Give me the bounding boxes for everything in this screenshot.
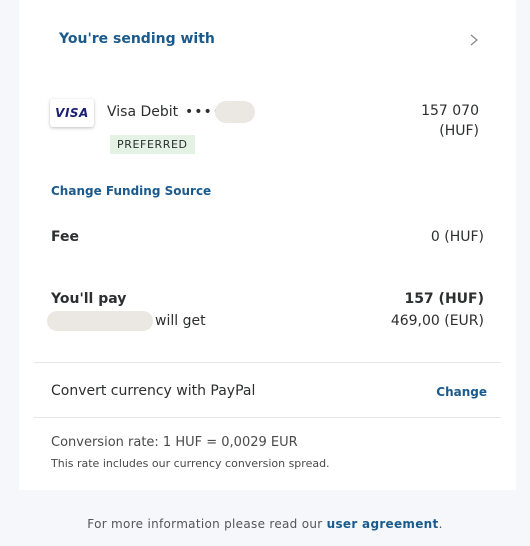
footer-info: For more information please read our use… bbox=[0, 517, 530, 531]
payment-summary-card: You're sending with VISA Visa Debit ••••… bbox=[19, 0, 516, 490]
fee-value: 0 (HUF) bbox=[430, 229, 484, 245]
will-get-value: 469,00 (EUR) bbox=[390, 313, 484, 329]
divider bbox=[34, 417, 501, 418]
change-funding-source-link[interactable]: Change Funding Source bbox=[51, 184, 211, 198]
footer-period: . bbox=[438, 517, 443, 531]
preferred-badge: PREFERRED bbox=[110, 135, 195, 154]
card-name: Visa Debit bbox=[107, 104, 179, 120]
chevron-right-icon[interactable] bbox=[467, 33, 481, 47]
you-pay-value: 157 (HUF) bbox=[404, 291, 484, 307]
footer-text: For more information please read our bbox=[87, 517, 323, 531]
redacted-card-digits bbox=[215, 101, 255, 123]
convert-currency-label: Convert currency with PayPal bbox=[51, 383, 256, 399]
funding-amount: 157 070 bbox=[421, 103, 479, 119]
you-pay-label: You'll pay bbox=[51, 291, 127, 307]
funding-currency: (HUF) bbox=[439, 123, 479, 139]
redacted-recipient-name bbox=[47, 311, 153, 331]
sending-with-title: You're sending with bbox=[59, 31, 215, 47]
change-conversion-link[interactable]: Change bbox=[436, 385, 487, 399]
will-get-label: will get bbox=[155, 313, 206, 329]
user-agreement-link[interactable]: user agreement bbox=[327, 517, 439, 531]
visa-logo: VISA bbox=[50, 99, 94, 127]
divider bbox=[34, 362, 501, 363]
conversion-rate: Conversion rate: 1 HUF = 0,0029 EUR bbox=[51, 435, 298, 450]
conversion-rate-note: This rate includes our currency conversi… bbox=[51, 457, 330, 470]
fee-label: Fee bbox=[51, 229, 79, 245]
